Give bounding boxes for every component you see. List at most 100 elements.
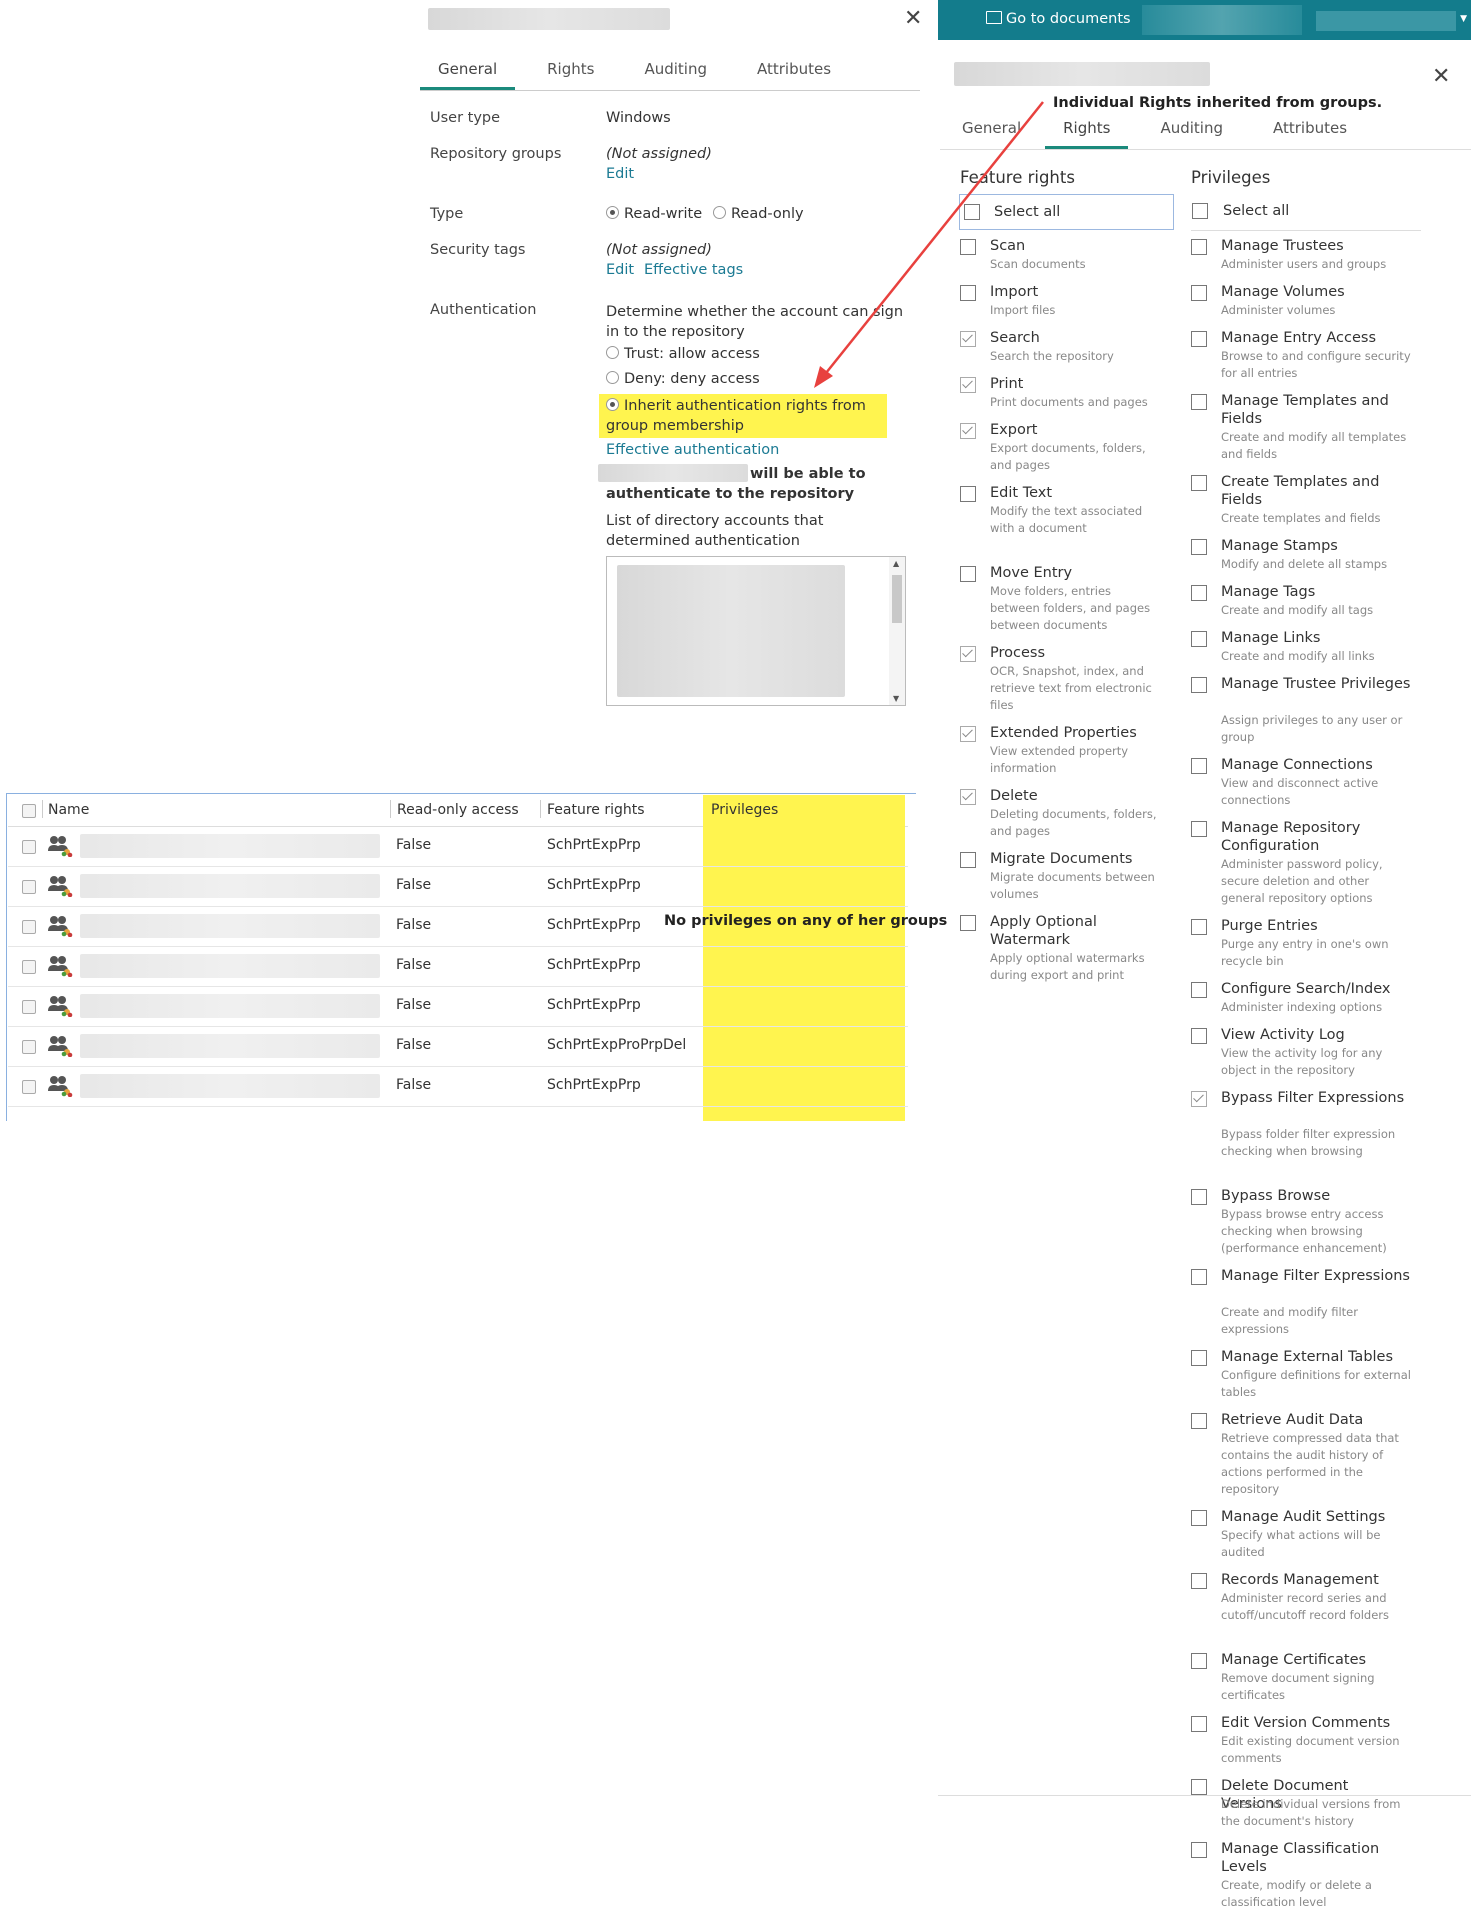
table-row[interactable]: False SchPrtExpProPrpDel xyxy=(8,1026,908,1067)
feature-checkbox[interactable] xyxy=(960,915,976,931)
privilege-checkbox[interactable] xyxy=(1191,821,1207,837)
feature-checkbox[interactable] xyxy=(960,646,976,662)
feature-checkbox[interactable] xyxy=(960,726,976,742)
auth-inherit-radio[interactable] xyxy=(606,398,619,411)
row-checkbox[interactable] xyxy=(22,1040,36,1054)
privilege-checkbox[interactable] xyxy=(1191,982,1207,998)
top-bar-dropdown-icon[interactable]: ▼ xyxy=(1460,14,1467,24)
privilege-title: Configure Search/Index xyxy=(1221,981,1391,997)
privilege-checkbox[interactable] xyxy=(1191,758,1207,774)
header-privileges[interactable]: Privileges xyxy=(711,802,778,818)
type-readonly-option[interactable]: Read-only xyxy=(713,206,804,222)
repo-groups-edit-link[interactable]: Edit xyxy=(606,166,634,182)
directory-accounts-description: List of directory accounts that determin… xyxy=(606,513,824,549)
privilege-checkbox[interactable] xyxy=(1191,285,1207,301)
row-checkbox[interactable] xyxy=(22,880,36,894)
group-icon xyxy=(47,835,73,858)
feature-checkbox[interactable] xyxy=(960,331,976,347)
privilege-checkbox[interactable] xyxy=(1191,1413,1207,1429)
privilege-checkbox[interactable] xyxy=(1191,677,1207,693)
type-readwrite-option[interactable]: Read-write xyxy=(606,206,702,222)
feature-description: Move folders, entries between folders, a… xyxy=(990,584,1151,632)
feature-checkbox[interactable] xyxy=(960,486,976,502)
privilege-checkbox[interactable] xyxy=(1191,1269,1207,1285)
scroll-up-icon[interactable]: ▲ xyxy=(893,559,899,568)
privilege-checkbox[interactable] xyxy=(1191,585,1207,601)
privilege-checkbox[interactable] xyxy=(1191,1653,1207,1669)
header-readonly[interactable]: Read-only access xyxy=(397,802,519,818)
select-all-rows-checkbox[interactable] xyxy=(22,804,36,818)
privilege-checkbox[interactable] xyxy=(1191,1091,1207,1107)
privilege-checkbox[interactable] xyxy=(1191,539,1207,555)
directory-accounts-listbox[interactable]: ▲ ▼ xyxy=(606,556,906,706)
go-to-documents-button[interactable]: Go to documents xyxy=(986,11,1131,27)
privilege-checkbox[interactable] xyxy=(1191,475,1207,491)
auth-deny-option[interactable]: Deny: deny access xyxy=(606,371,760,387)
feature-checkbox[interactable] xyxy=(960,852,976,868)
type-readonly-radio[interactable] xyxy=(713,206,726,219)
left-close-icon[interactable]: ✕ xyxy=(904,6,922,31)
directory-accounts-redacted xyxy=(617,565,845,697)
security-tags-edit-link[interactable]: Edit xyxy=(606,262,634,278)
privilege-description: Purge any entry in one's own recycle bin xyxy=(1221,937,1389,968)
type-readwrite-radio[interactable] xyxy=(606,206,619,219)
row-checkbox[interactable] xyxy=(22,920,36,934)
left-tab-auditing[interactable]: Auditing xyxy=(626,60,725,90)
privilege-checkbox[interactable] xyxy=(1191,1028,1207,1044)
feature-checkbox[interactable] xyxy=(960,285,976,301)
right-tab-rights[interactable]: Rights xyxy=(1045,119,1129,149)
table-row[interactable]: False SchPrtExpPrp xyxy=(8,826,908,867)
feature-checkbox[interactable] xyxy=(960,239,976,255)
privilege-checkbox[interactable] xyxy=(1191,1189,1207,1205)
row-checkbox[interactable] xyxy=(22,960,36,974)
row-checkbox[interactable] xyxy=(22,1080,36,1094)
feature-checkbox[interactable] xyxy=(960,423,976,439)
row-checkbox[interactable] xyxy=(22,840,36,854)
auth-trust-option[interactable]: Trust: allow access xyxy=(606,346,760,362)
auth-deny-radio[interactable] xyxy=(606,371,619,384)
right-tabs: General Rights Auditing Attributes xyxy=(940,119,1471,150)
privilege-checkbox[interactable] xyxy=(1191,1350,1207,1366)
scroll-thumb[interactable] xyxy=(892,575,902,623)
feature-checkbox[interactable] xyxy=(960,377,976,393)
scroll-down-icon[interactable]: ▼ xyxy=(893,694,899,703)
row-checkbox[interactable] xyxy=(22,1000,36,1014)
header-name[interactable]: Name xyxy=(48,802,89,818)
effective-authentication-link[interactable]: Effective authentication xyxy=(606,442,779,458)
feature-checkbox[interactable] xyxy=(960,789,976,805)
privilege-checkbox[interactable] xyxy=(1191,1716,1207,1732)
arrow-head xyxy=(814,366,833,388)
privilege-checkbox[interactable] xyxy=(1191,631,1207,647)
table-row[interactable]: False SchPrtExpPrp xyxy=(8,986,908,1027)
left-tab-attributes[interactable]: Attributes xyxy=(739,60,849,90)
right-close-icon[interactable]: ✕ xyxy=(1432,64,1450,89)
privilege-checkbox[interactable] xyxy=(1191,1510,1207,1526)
privilege-description: Configure definitions for external table… xyxy=(1221,1368,1411,1399)
header-feature-rights[interactable]: Feature rights xyxy=(547,802,645,818)
left-tab-rights[interactable]: Rights xyxy=(529,60,612,90)
privileges-select-all-row[interactable]: Select all xyxy=(1191,194,1421,231)
will-be-able-text: will be able to xyxy=(750,466,866,482)
privilege-checkbox[interactable] xyxy=(1191,331,1207,347)
right-tab-general[interactable]: General xyxy=(940,119,1039,149)
privilege-checkbox[interactable] xyxy=(1191,394,1207,410)
privilege-checkbox[interactable] xyxy=(1191,1573,1207,1589)
privileges-select-all-checkbox[interactable] xyxy=(1192,203,1208,219)
right-tab-attributes[interactable]: Attributes xyxy=(1255,119,1365,149)
table-row[interactable]: False SchPrtExpPrp xyxy=(8,1066,908,1107)
feature-checkbox[interactable] xyxy=(960,566,976,582)
feature-select-all-row[interactable]: Select all xyxy=(959,194,1174,230)
privilege-checkbox[interactable] xyxy=(1191,919,1207,935)
effective-tags-link[interactable]: Effective tags xyxy=(644,262,743,278)
feature-select-all-checkbox[interactable] xyxy=(964,204,980,220)
privilege-checkbox[interactable] xyxy=(1191,1779,1207,1795)
auth-trust-radio[interactable] xyxy=(606,346,619,359)
table-row[interactable]: False SchPrtExpPrp xyxy=(8,946,908,987)
right-tab-auditing[interactable]: Auditing xyxy=(1142,119,1241,149)
listbox-scrollbar[interactable]: ▲ ▼ xyxy=(889,557,905,705)
left-tab-general[interactable]: General xyxy=(420,60,516,90)
privilege-checkbox[interactable] xyxy=(1191,1842,1207,1858)
privilege-checkbox[interactable] xyxy=(1191,239,1207,255)
table-row[interactable]: False SchPrtExpPrp xyxy=(8,866,908,907)
auth-inherit-option[interactable]: Inherit authentication rights from group… xyxy=(606,396,886,436)
